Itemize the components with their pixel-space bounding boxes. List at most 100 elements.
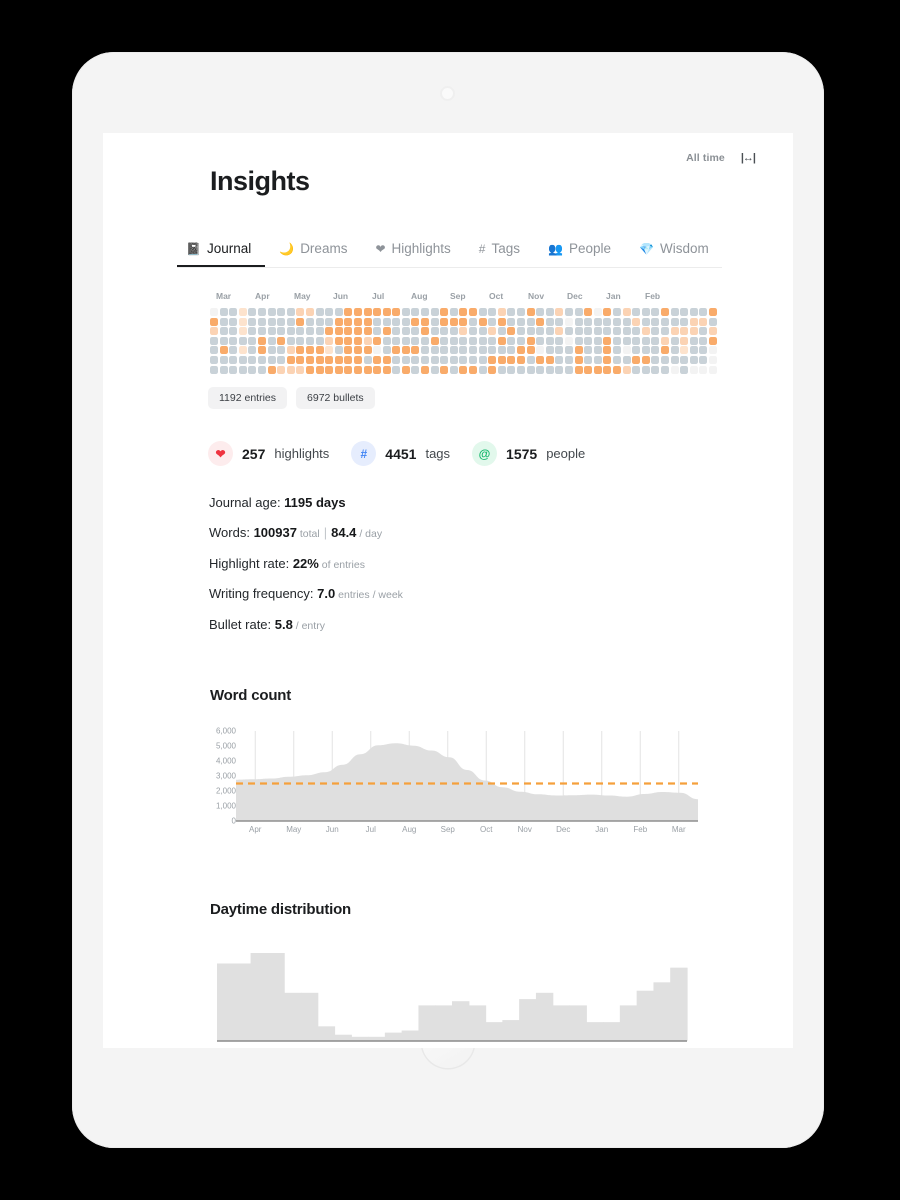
- heatmap-cell[interactable]: [305, 336, 314, 345]
- heatmap-cell[interactable]: [277, 317, 286, 326]
- heatmap-cell[interactable]: [536, 327, 545, 336]
- heatmap-cell[interactable]: [267, 327, 276, 336]
- heatmap-cell[interactable]: [680, 336, 689, 345]
- heatmap-cell[interactable]: [469, 327, 478, 336]
- heatmap-cell[interactable]: [219, 317, 228, 326]
- heatmap-cell[interactable]: [574, 317, 583, 326]
- time-range-control[interactable]: All time |↔|: [686, 152, 756, 164]
- heatmap-cell[interactable]: [430, 327, 439, 336]
- heatmap-cell[interactable]: [497, 346, 506, 355]
- heatmap-cell[interactable]: [574, 365, 583, 374]
- heatmap-cell[interactable]: [411, 327, 420, 336]
- heatmap-cell[interactable]: [651, 365, 660, 374]
- heatmap-cell[interactable]: [670, 327, 679, 336]
- heatmap-cell[interactable]: [382, 336, 391, 345]
- heatmap-cell[interactable]: [373, 317, 382, 326]
- counter-people[interactable]: @1575 people: [472, 441, 585, 466]
- heatmap-cell[interactable]: [660, 346, 669, 355]
- heatmap-cell[interactable]: [353, 327, 362, 336]
- tab-wisdom[interactable]: 💎 Wisdom: [625, 237, 722, 267]
- heatmap-cell[interactable]: [344, 346, 353, 355]
- heatmap-cell[interactable]: [612, 355, 621, 364]
- heatmap-cell[interactable]: [488, 346, 497, 355]
- heatmap-cell[interactable]: [286, 308, 295, 316]
- daytime-bar[interactable]: [569, 1005, 587, 1041]
- heatmap-cell[interactable]: [507, 346, 516, 355]
- heatmap-cell[interactable]: [229, 346, 238, 355]
- heatmap-cell[interactable]: [248, 336, 257, 345]
- heatmap-cell[interactable]: [382, 308, 391, 316]
- heatmap-cell[interactable]: [210, 308, 218, 316]
- heatmap-cell[interactable]: [708, 355, 717, 364]
- heatmap-cell[interactable]: [660, 308, 669, 316]
- heatmap-cell[interactable]: [277, 308, 286, 316]
- heatmap-cell[interactable]: [699, 365, 708, 374]
- daytime-bar[interactable]: [317, 1026, 336, 1041]
- daytime-bar[interactable]: [603, 1022, 621, 1041]
- heatmap-cell[interactable]: [651, 327, 660, 336]
- heatmap-cell[interactable]: [363, 365, 372, 374]
- heatmap-cell[interactable]: [641, 365, 650, 374]
- heatmap-cell[interactable]: [325, 365, 334, 374]
- heatmap-cell[interactable]: [344, 355, 353, 364]
- heatmap-cell[interactable]: [229, 308, 238, 316]
- heatmap-cell[interactable]: [488, 327, 497, 336]
- heatmap-cell[interactable]: [334, 317, 343, 326]
- heatmap-cell[interactable]: [238, 365, 247, 374]
- heatmap-cell[interactable]: [440, 308, 449, 316]
- daytime-bar[interactable]: [384, 1032, 403, 1041]
- heatmap-cell[interactable]: [449, 336, 458, 345]
- counter-highlights[interactable]: ❤ 257 highlights: [208, 441, 329, 466]
- heatmap-cell[interactable]: [641, 336, 650, 345]
- heatmap-cell[interactable]: [593, 336, 602, 345]
- heatmap-cell[interactable]: [257, 317, 266, 326]
- daytime-bar[interactable]: [502, 1020, 520, 1041]
- heatmap-cell[interactable]: [593, 346, 602, 355]
- heatmap-cell[interactable]: [536, 336, 545, 345]
- counter-tags[interactable]: #4451 tags: [351, 441, 450, 466]
- heatmap-cell[interactable]: [219, 308, 228, 316]
- heatmap-cell[interactable]: [257, 365, 266, 374]
- heatmap-cell[interactable]: [401, 346, 410, 355]
- heatmap-cell[interactable]: [219, 365, 228, 374]
- heatmap-cell[interactable]: [219, 327, 228, 336]
- heatmap-cell[interactable]: [478, 365, 487, 374]
- heatmap-cell[interactable]: [651, 308, 660, 316]
- heatmap-cell[interactable]: [449, 308, 458, 316]
- heatmap-cell[interactable]: [603, 308, 612, 316]
- heatmap-cell[interactable]: [305, 365, 314, 374]
- heatmap-cell[interactable]: [699, 308, 708, 316]
- heatmap-cell[interactable]: [584, 346, 593, 355]
- heatmap-cell[interactable]: [670, 355, 679, 364]
- heatmap-cell[interactable]: [363, 336, 372, 345]
- heatmap-cell[interactable]: [296, 346, 305, 355]
- heatmap-cell[interactable]: [689, 355, 698, 364]
- heatmap-cell[interactable]: [430, 308, 439, 316]
- heatmap-cell[interactable]: [584, 355, 593, 364]
- summary-pill[interactable]: 1192 entries: [208, 387, 288, 409]
- heatmap-cell[interactable]: [641, 327, 650, 336]
- heatmap-cell[interactable]: [210, 365, 218, 374]
- daytime-bar[interactable]: [217, 963, 235, 1041]
- daytime-bar[interactable]: [519, 999, 537, 1041]
- heatmap-cell[interactable]: [286, 336, 295, 345]
- heatmap-cell[interactable]: [277, 355, 286, 364]
- heatmap-cell[interactable]: [296, 336, 305, 345]
- heatmap-cell[interactable]: [497, 308, 506, 316]
- heatmap-cell[interactable]: [430, 317, 439, 326]
- daytime-bar[interactable]: [233, 963, 252, 1041]
- heatmap-cell[interactable]: [382, 317, 391, 326]
- heatmap-cell[interactable]: [584, 336, 593, 345]
- heatmap-cell[interactable]: [449, 327, 458, 336]
- heatmap-cell[interactable]: [248, 346, 257, 355]
- heatmap-cell[interactable]: [296, 317, 305, 326]
- heatmap-cell[interactable]: [536, 346, 545, 355]
- heatmap-cell[interactable]: [353, 355, 362, 364]
- daytime-bar[interactable]: [636, 990, 655, 1041]
- heatmap-cell[interactable]: [363, 355, 372, 364]
- daytime-bar[interactable]: [485, 1022, 503, 1041]
- heatmap-cell[interactable]: [392, 327, 401, 336]
- heatmap-cell[interactable]: [545, 336, 554, 345]
- heatmap-cell[interactable]: [488, 308, 497, 316]
- heatmap-cell[interactable]: [708, 327, 717, 336]
